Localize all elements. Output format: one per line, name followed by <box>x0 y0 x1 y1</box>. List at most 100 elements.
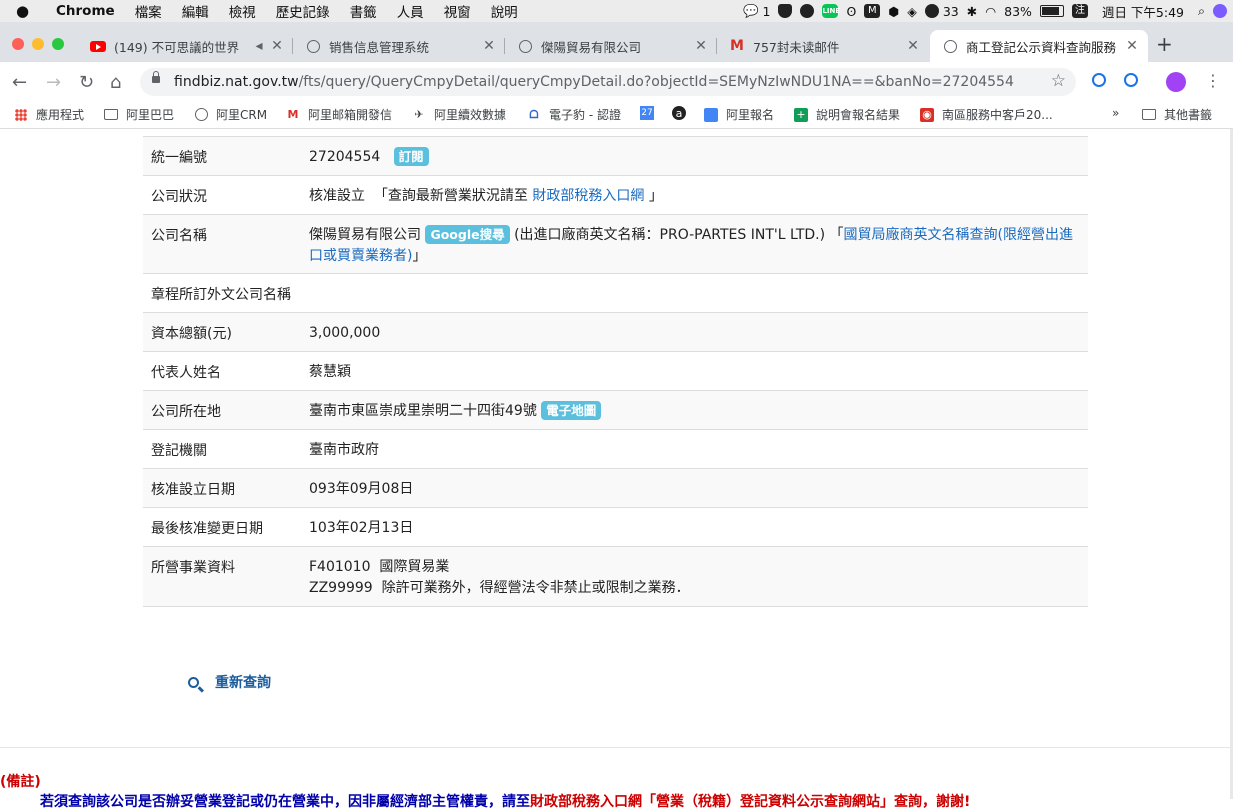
note-tax-link[interactable]: 財政部稅務入口網 <box>530 794 642 810</box>
macos-menu-bar: ● Chrome 檔案 編輯 檢視 歷史記錄 書籤 人員 視窗 說明 💬 1 L… <box>0 0 1233 22</box>
home-icon[interactable]: ⌂ <box>110 72 121 93</box>
table-row: 登記機關 臺南市政府 <box>143 430 1088 469</box>
status-value: 核准設立 <box>309 188 365 204</box>
close-tab-icon[interactable]: ✕ <box>905 38 921 54</box>
cube-icon[interactable]: ⬢ <box>888 4 899 19</box>
table-row: 代表人姓名 蔡慧穎 <box>143 352 1088 391</box>
globe-icon <box>517 38 533 54</box>
extension-q-icon[interactable] <box>1092 73 1106 87</box>
bookmark-other[interactable]: 其他書籤 <box>1142 106 1212 123</box>
company-name: 傑陽貿易有限公司 <box>309 227 421 243</box>
row-label: 章程所訂外文公司名稱 <box>151 287 291 303</box>
tab-mail[interactable]: M 757封未读邮件 ✕ <box>717 30 929 62</box>
google-search-button[interactable]: Google搜尋 <box>425 225 510 244</box>
audio-icon[interactable]: ◂ <box>251 38 267 54</box>
new-tab-icon[interactable]: + <box>1156 32 1173 56</box>
table-row: 最後核准變更日期 103年02月13日 <box>143 508 1088 547</box>
reload-icon[interactable]: ↻ <box>79 72 94 93</box>
tax-portal-link[interactable]: 財政部稅務入口網 <box>532 188 644 204</box>
bookmarks-overflow-button[interactable]: » <box>1112 106 1119 120</box>
vpn-shield-icon[interactable] <box>778 4 793 18</box>
address-bar[interactable]: findbiz.nat.gov.tw/fts/query/QueryCmpyDe… <box>140 68 1076 96</box>
dropbox-icon[interactable]: ◈ <box>907 4 917 19</box>
back-arrow-icon[interactable]: ← <box>12 72 27 93</box>
close-tab-icon[interactable]: ✕ <box>693 38 709 54</box>
bookmark-a[interactable]: a <box>672 106 694 120</box>
row-value: 核准設立 「查詢最新營業狀況請至 財政部稅務入口網 」 <box>309 188 663 204</box>
bookmark-calendar[interactable]: 27 <box>640 106 662 120</box>
page-content: 統一編號 27204554 訂閱 公司狀況 核准設立 「查詢最新營業狀況請至 財… <box>0 129 1233 810</box>
table-row: 所營事業資料 F401010 國際貿易業 ZZ99999 除許可業務外，得經營法… <box>143 547 1088 607</box>
row-value <box>443 274 1088 312</box>
bookmark-ali-performance[interactable]: ✈ 阿里續效數據 <box>412 106 506 123</box>
bookmark-ali-crm[interactable]: 阿里CRM <box>194 106 267 123</box>
lock-icon[interactable] <box>152 71 160 83</box>
bookmark-south-service[interactable]: ◉ 南區服務中客戶20... <box>920 106 1053 123</box>
check-icon[interactable] <box>800 4 815 18</box>
siri-icon[interactable] <box>1213 4 1227 18</box>
menu-people[interactable]: 人員 <box>397 1 424 21</box>
requery-label: 重新查詢 <box>215 675 271 691</box>
bookmark-ali-mail[interactable]: M 阿里邮箱開發信 <box>286 106 393 123</box>
close-tab-icon[interactable]: ✕ <box>1124 38 1140 54</box>
tab-title: 757封未读邮件 <box>753 39 840 55</box>
line-icon[interactable]: LINE <box>822 4 840 18</box>
apple-menu-icon[interactable]: ● <box>16 2 34 20</box>
menu-history[interactable]: 歷史記錄 <box>276 1 330 21</box>
tab-title: 销售信息管理系统 <box>329 39 430 55</box>
mail-icon[interactable]: M <box>864 4 881 18</box>
tab-findbiz-active[interactable]: 商工登記公示資料查詢服務 ✕ <box>930 30 1148 62</box>
tab-youtube[interactable]: (149) 不可思議的世界 ◂ ✕ <box>78 30 293 62</box>
extension-q2-icon[interactable] <box>1124 73 1138 87</box>
youtube-icon <box>90 38 106 54</box>
menu-edit[interactable]: 編輯 <box>182 1 209 21</box>
bookmark-apps[interactable]: 應用程式 <box>14 106 84 123</box>
row-value: 103年02月13日 <box>309 520 414 536</box>
mail-m-icon: M <box>287 108 299 121</box>
zoom-window-button[interactable] <box>52 38 64 50</box>
battery-percent[interactable]: 83% <box>1004 4 1032 19</box>
clock[interactable]: 週日 下午5:49 <box>1102 2 1184 21</box>
close-window-button[interactable] <box>12 38 24 50</box>
owl-icon[interactable]: ʘ <box>846 4 856 19</box>
bookmark-star-icon[interactable]: ☆ <box>1051 71 1066 91</box>
dropbox-badge[interactable]: 33 <box>924 4 959 19</box>
bookmark-edm[interactable]: ᗝ 電子豹 - 認證 <box>527 106 621 123</box>
table-row: 統一編號 27204554 訂閱 <box>143 137 1088 176</box>
profile-avatar[interactable] <box>1166 72 1186 92</box>
close-tab-icon[interactable]: ✕ <box>269 38 285 54</box>
battery-icon[interactable] <box>1039 5 1064 17</box>
row-value: F401010 國際貿易業 ZZ99999 除許可業務外，得經營法令非禁止或限制… <box>309 547 1088 606</box>
folder-icon <box>1142 108 1156 122</box>
tab-company[interactable]: 傑陽貿易有限公司 ✕ <box>505 30 717 62</box>
menu-help[interactable]: 說明 <box>491 1 518 21</box>
input-method-icon[interactable]: 注 <box>1071 4 1088 18</box>
wifi-icon[interactable]: ◠ <box>985 4 996 19</box>
business-item: F401010 國際貿易業 <box>309 559 450 575</box>
search-icon <box>188 676 199 688</box>
bookmark-ali-signup[interactable]: 阿里報名 <box>704 106 774 123</box>
minimize-window-button[interactable] <box>32 38 44 50</box>
row-label: 最後核准變更日期 <box>151 521 263 537</box>
bookmark-alibaba[interactable]: 阿里巴巴 <box>104 106 174 123</box>
ban-value: 27204554 <box>309 149 381 165</box>
close-tab-icon[interactable]: ✕ <box>481 38 497 54</box>
subscribe-button[interactable]: 訂閱 <box>393 147 429 166</box>
tab-sales-system[interactable]: 销售信息管理系统 ✕ <box>293 30 505 62</box>
divider <box>0 747 1230 748</box>
url-text[interactable]: findbiz.nat.gov.tw/fts/query/QueryCmpyDe… <box>174 74 1014 90</box>
wechat-icon[interactable]: 💬 1 <box>743 3 771 19</box>
menu-bookmarks[interactable]: 書籤 <box>350 1 377 21</box>
menu-view[interactable]: 檢視 <box>229 1 256 21</box>
bluetooth-icon[interactable]: ✱ <box>967 4 977 19</box>
row-label: 公司所在地 <box>151 404 221 420</box>
menu-window[interactable]: 視窗 <box>444 1 471 21</box>
forward-arrow-icon[interactable]: → <box>46 72 61 93</box>
menu-file[interactable]: 檔案 <box>135 1 162 21</box>
menu-kebab-icon[interactable]: ⋮ <box>1205 71 1221 90</box>
menu-app-chrome[interactable]: Chrome <box>56 3 115 19</box>
spotlight-search-icon[interactable]: ⌕ <box>1198 3 1205 19</box>
map-button[interactable]: 電子地圖 <box>541 401 602 420</box>
bookmark-signup-results[interactable]: + 說明會報名結果 <box>794 106 900 123</box>
requery-link[interactable]: 重新查詢 <box>188 672 271 692</box>
